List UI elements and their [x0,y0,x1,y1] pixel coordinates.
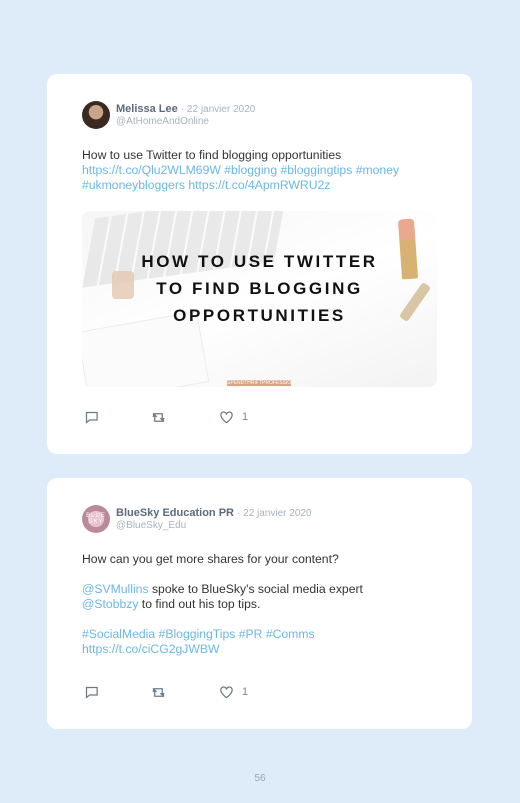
tweet-date: · 22 janvier 2020 [180,104,256,115]
tweet-date: · 22 janvier 2020 [237,508,312,519]
like-button[interactable]: 1 [219,409,248,425]
retweet-icon [152,412,165,422]
heart-icon [220,411,233,424]
retweet-button[interactable] [150,409,167,425]
heart-icon [220,686,233,699]
like-count: 1 [242,411,249,423]
mention-link[interactable]: @Stobbzy [82,597,138,611]
tweet-card: BLUE SKY BlueSky Education PR · 22 janvi… [47,478,472,729]
author-handle[interactable]: @AtHomeAndOnline [116,116,209,127]
tweet-links[interactable]: https://t.co/Qlu2WLM69W #blogging #blogg… [82,163,442,193]
tweet-text: How can you get more shares for your con… [82,552,442,657]
reply-button[interactable] [84,409,99,425]
mention-link[interactable]: @SVMullins [82,582,149,596]
tweet-card: Melissa Lee · 22 janvier 2020 @AtHomeAnd… [47,74,472,454]
tweet-line: How to use Twitter to find blogging oppo… [82,148,342,162]
reply-icon [85,686,98,699]
author-handle[interactable]: @BlueSky_Edu [116,520,186,531]
like-button[interactable]: 1 [219,684,248,700]
page-number: 56 [254,773,266,784]
reply-button[interactable] [84,684,99,700]
tweet-line: @SVMullins spoke to BlueSky's social med… [82,582,363,596]
author-name[interactable]: Melissa Lee [116,103,178,115]
image-title: HOW TO USE TWITTER TO FIND BLOGGING OPPO… [141,252,378,325]
tweet-line: @Stobbzy to find out his top tips. [82,597,261,611]
hashtags[interactable]: #SocialMedia #BloggingTips #PR #Comms [82,627,442,642]
author-name[interactable]: BlueSky Education PR [116,507,234,519]
avatar[interactable]: BLUE SKY [82,505,110,533]
tweet-line: How can you get more shares for your con… [82,552,339,566]
tweet-image[interactable]: HOW TO USE TWITTER TO FIND BLOGGING OPPO… [82,211,437,387]
like-count: 1 [242,686,249,698]
reply-icon [85,411,98,424]
image-tag: SPENDTHRIFTPROFESSION [227,380,291,386]
retweet-icon [152,687,165,697]
tweet-text: How to use Twitter to find blogging oppo… [82,148,442,193]
retweet-button[interactable] [150,684,167,700]
avatar[interactable] [82,101,110,129]
tweet-link[interactable]: https://t.co/ciCG2gJWBW [82,642,442,657]
